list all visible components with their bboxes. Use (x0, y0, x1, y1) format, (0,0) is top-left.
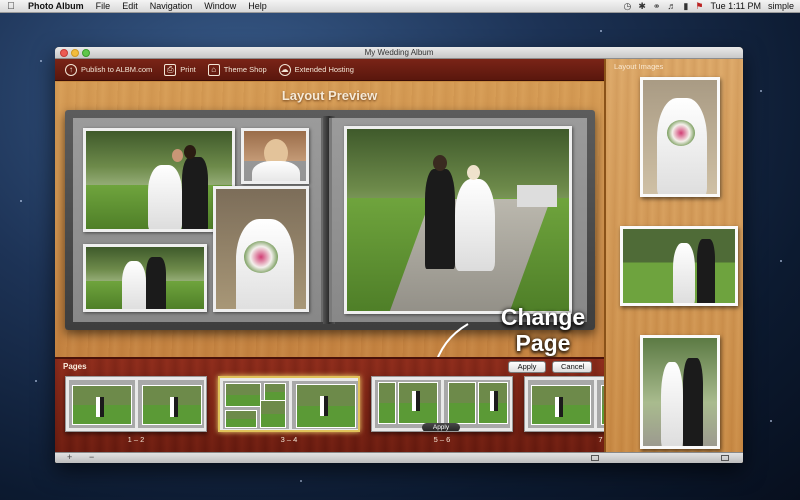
menu-window[interactable]: Window (198, 1, 242, 11)
sidebar-image[interactable] (620, 226, 738, 306)
thumbnail-label: 5 – 6 (433, 435, 451, 444)
publish-button[interactable]: ↑ Publish to ALBM.com (65, 63, 153, 76)
theme-shop-button[interactable]: ⌂ Theme Shop (207, 63, 267, 76)
menu-app-name[interactable]: Photo Album (22, 1, 90, 11)
flag-icon[interactable]: ⚑ (695, 1, 703, 12)
star (300, 480, 302, 482)
star (35, 380, 37, 382)
menu-file[interactable]: File (90, 1, 117, 11)
sidebar-image[interactable] (640, 335, 720, 449)
sidebar-image[interactable] (640, 77, 720, 197)
menubar-user[interactable]: simple (768, 1, 794, 11)
album-photo[interactable] (83, 244, 207, 312)
thumbnail-label: 3 – 4 (280, 435, 298, 444)
page-thumbnail[interactable]: Apply (371, 376, 513, 432)
menubar-clock[interactable]: Tue 1:11 PM (710, 1, 761, 11)
battery-icon[interactable]: ▮ (683, 1, 688, 12)
thumbnail-label: 1 – 2 (127, 435, 145, 444)
theme-shop-label: Theme Shop (223, 65, 267, 74)
main-toolbar: ↑ Publish to ALBM.com ⎙ Print ⌂ Theme Sh… (55, 59, 604, 81)
remove-page-button[interactable]: − (89, 452, 94, 462)
print-button[interactable]: ⎙ Print (164, 63, 196, 76)
star (770, 420, 772, 422)
shop-icon: ⌂ (207, 63, 220, 76)
album-photo[interactable] (344, 126, 572, 314)
window-titlebar[interactable]: My Wedding Album (55, 47, 743, 59)
zoom-window-button[interactable] (82, 49, 90, 57)
slideshow-icon[interactable] (591, 455, 599, 461)
wifi-icon[interactable]: ⚭ (653, 1, 661, 12)
album-photo[interactable] (241, 128, 309, 184)
add-page-button[interactable]: + (67, 452, 72, 462)
star (40, 60, 42, 62)
page-thumbnail[interactable] (65, 376, 207, 432)
extended-hosting-button[interactable]: ☁ Extended Hosting (278, 63, 354, 76)
print-label: Print (180, 65, 196, 74)
left-page (73, 118, 325, 322)
menu-help[interactable]: Help (242, 1, 273, 11)
fullscreen-icon[interactable] (721, 455, 729, 461)
thumbnail-apply-button[interactable]: Apply (422, 423, 460, 431)
menu-edit[interactable]: Edit (116, 1, 144, 11)
bottom-bar: + − (55, 452, 743, 463)
album-spread (65, 110, 595, 330)
cancel-button[interactable]: Cancel (552, 361, 592, 373)
publish-label: Publish to ALBM.com (81, 65, 153, 74)
page-thumbnail-selected[interactable] (218, 376, 360, 432)
layout-preview-area: Layout Preview Change Page (55, 82, 604, 382)
printer-icon: ⎙ (164, 63, 177, 76)
hosting-label: Extended Hosting (294, 65, 354, 74)
pages-label: Pages (63, 362, 87, 371)
pages-strip: Pages Apply Cancel 1 – 2 3 – 4 Apply 5 –… (55, 357, 666, 452)
star (780, 260, 782, 262)
star (600, 30, 602, 32)
minimize-window-button[interactable] (71, 49, 79, 57)
star (760, 90, 762, 92)
star (20, 200, 22, 202)
upload-icon: ↑ (65, 63, 77, 76)
album-photo[interactable] (213, 186, 309, 312)
right-page (329, 118, 587, 322)
apply-button[interactable]: Apply (508, 361, 546, 373)
window-title: My Wedding Album (364, 48, 434, 57)
preview-title: Layout Preview (281, 88, 378, 103)
menu-bar:  Photo Album File Edit Navigation Windo… (0, 0, 800, 13)
close-window-button[interactable] (60, 49, 68, 57)
layout-images-sidebar: Layout Images (604, 59, 743, 452)
sidebar-header: Layout Images (614, 62, 664, 71)
menubar-status-area: ◷ ✱ ⚭ ♬ ▮ ⚑ Tue 1:11 PM simple (623, 1, 800, 12)
cloud-icon: ☁ (278, 63, 291, 76)
volume-icon[interactable]: ♬ (667, 1, 676, 11)
menu-navigation[interactable]: Navigation (144, 1, 199, 11)
time-machine-icon[interactable]: ◷ (623, 1, 631, 12)
apple-menu-icon[interactable]:  (0, 1, 22, 12)
bluetooth-icon[interactable]: ✱ (638, 1, 646, 12)
app-window: My Wedding Album ↑ Publish to ALBM.com ⎙… (55, 47, 743, 463)
